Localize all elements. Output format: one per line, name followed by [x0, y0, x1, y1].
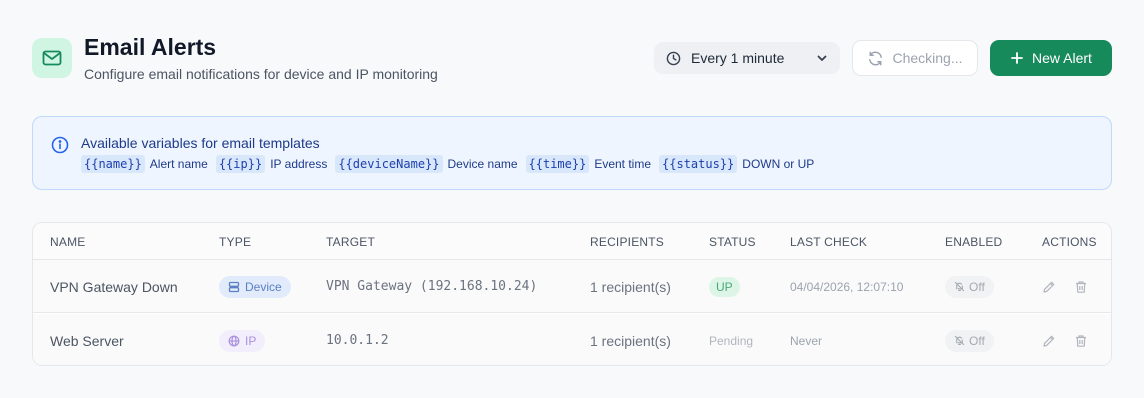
check-now-button[interactable]: Checking... — [852, 40, 978, 76]
enabled-toggle[interactable]: Off — [945, 275, 994, 298]
variable-desc: DOWN or UP — [742, 157, 815, 171]
edit-icon[interactable] — [1042, 280, 1056, 294]
alert-recipients: 1 recipient(s) — [590, 332, 671, 349]
column-header-actions: ACTIONS — [1042, 235, 1097, 249]
variable-code: {{status}} — [659, 155, 738, 173]
bell-off-icon — [954, 281, 965, 292]
plus-icon — [1010, 51, 1024, 65]
actions-cell — [1042, 314, 1088, 365]
variable-desc: Alert name — [149, 157, 208, 171]
column-header-target: TARGET — [326, 235, 375, 249]
variable-code: {{time}} — [525, 155, 590, 173]
variable-desc: Event time — [594, 157, 652, 171]
variable-code: {{ip}} — [215, 155, 266, 173]
status-badge: Pending — [709, 333, 754, 348]
alerts-table: NAME TYPE TARGET RECIPIENTS STATUS LAST … — [32, 222, 1112, 366]
mail-icon — [32, 38, 72, 78]
template-variables-info: Available variables for email templates … — [32, 116, 1112, 190]
bell-off-icon — [954, 335, 965, 346]
alert-recipients: 1 recipient(s) — [590, 278, 671, 295]
chevron-down-icon — [816, 52, 828, 64]
new-alert-label: New Alert — [1032, 50, 1092, 66]
check-interval-select[interactable]: Every 1 minute — [654, 42, 840, 74]
last-check-time: 04/04/2026, 12:07:10 — [790, 279, 904, 294]
check-now-label: Checking... — [892, 50, 963, 66]
variables-list: {{name}} Alert name {{ip}} IP address {{… — [81, 155, 822, 173]
column-header-type: TYPE — [219, 235, 252, 249]
enabled-label: Off — [969, 333, 985, 348]
alert-name: Web Server — [50, 332, 124, 349]
page-subtitle: Configure email notifications for device… — [84, 66, 438, 82]
table-header: NAME TYPE TARGET RECIPIENTS STATUS LAST … — [33, 223, 1111, 260]
column-header-name: NAME — [50, 235, 86, 249]
enabled-cell: Off — [945, 260, 994, 313]
trash-icon[interactable] — [1074, 280, 1088, 294]
server-icon — [228, 281, 240, 293]
actions-cell — [1042, 260, 1088, 313]
info-icon — [51, 136, 69, 159]
info-title: Available variables for email templates — [81, 135, 320, 151]
refresh-icon — [867, 50, 884, 67]
column-header-last-check: LAST CHECK — [790, 235, 868, 249]
column-header-enabled: ENABLED — [945, 235, 1003, 249]
status-cell: Pending — [709, 314, 754, 365]
clock-icon — [666, 51, 681, 66]
column-header-recipients: RECIPIENTS — [590, 235, 665, 249]
edit-icon[interactable] — [1042, 334, 1056, 348]
table-row[interactable]: VPN Gateway Down Device VPN Gateway (192… — [33, 260, 1111, 313]
status-badge: UP — [709, 276, 740, 297]
new-alert-button[interactable]: New Alert — [990, 40, 1112, 76]
enabled-cell: Off — [945, 314, 994, 365]
variable-desc: IP address — [270, 157, 328, 171]
type-cell: Device — [219, 260, 291, 313]
table-row[interactable]: Web Server IP 10.0.1.2 1 recipient(s) Pe… — [33, 314, 1111, 365]
type-label: Device — [245, 279, 282, 294]
column-header-status: STATUS — [709, 235, 756, 249]
variable-code: {{name}} — [81, 155, 145, 173]
variable-desc: Device name — [447, 157, 518, 171]
alert-name: VPN Gateway Down — [50, 278, 178, 295]
page-title: Email Alerts — [84, 34, 217, 60]
type-badge-ip: IP — [219, 329, 266, 352]
alert-target: 10.0.1.2 — [326, 333, 389, 348]
type-cell: IP — [219, 314, 266, 365]
globe-icon — [228, 335, 240, 347]
status-cell: UP — [709, 260, 740, 313]
type-label: IP — [245, 333, 257, 348]
interval-label: Every 1 minute — [691, 50, 785, 66]
trash-icon[interactable] — [1074, 334, 1088, 348]
enabled-label: Off — [969, 279, 985, 294]
enabled-toggle[interactable]: Off — [945, 329, 994, 352]
type-badge-device: Device — [219, 275, 291, 298]
alert-target: VPN Gateway (192.168.10.24) — [326, 279, 538, 294]
last-check-time: Never — [790, 333, 823, 348]
variable-code: {{deviceName}} — [335, 155, 443, 173]
